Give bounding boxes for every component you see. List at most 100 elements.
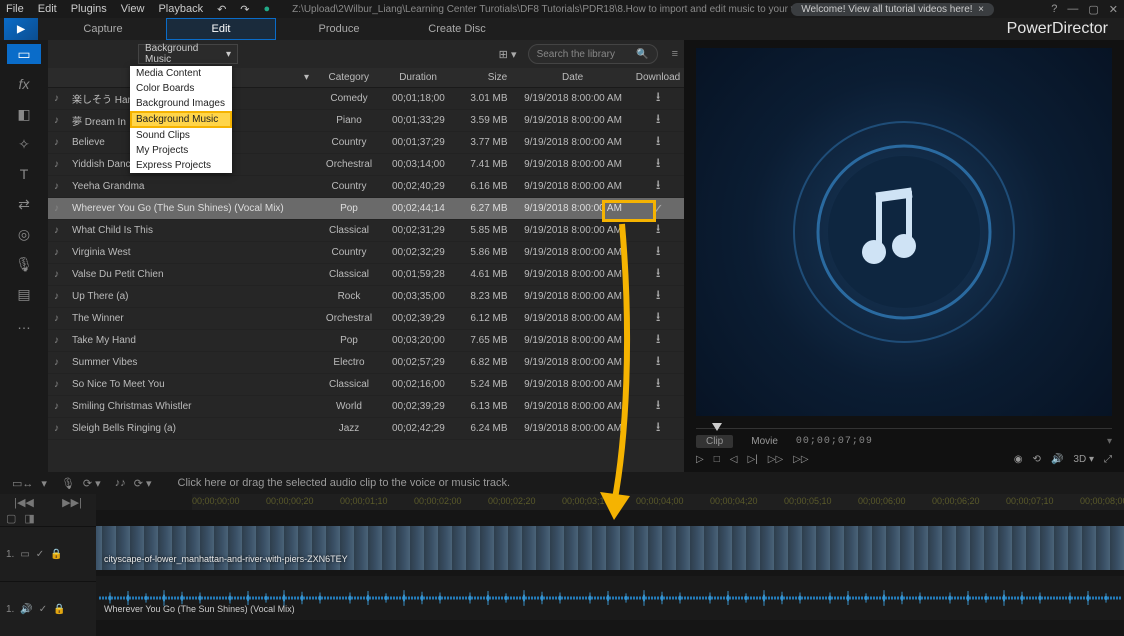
tab-create-disc[interactable]: Create Disc bbox=[402, 18, 512, 40]
redo-icon[interactable]: ↷ bbox=[240, 3, 249, 16]
table-row[interactable]: ♪The WinnerOrchestral00;02;39;296.12 MB9… bbox=[48, 308, 684, 330]
fast-fwd-icon[interactable]: ▷▷ bbox=[793, 454, 808, 465]
download-icon[interactable]: ⭳ bbox=[656, 132, 661, 154]
tab-capture[interactable]: Capture bbox=[48, 18, 158, 40]
download-icon[interactable]: ⭳ bbox=[656, 418, 661, 440]
tl-jump-end-icon[interactable]: ▶▶| bbox=[62, 496, 82, 509]
table-row[interactable]: ♪Sleigh Bells Ringing (a)Jazz00;02;42;29… bbox=[48, 418, 684, 440]
table-row[interactable]: ♪Take My HandPop00;03;20;007.65 MB9/19/2… bbox=[48, 330, 684, 352]
lock-icon[interactable]: 🔒 bbox=[50, 549, 62, 560]
download-icon[interactable]: ⭳ bbox=[656, 176, 661, 198]
movie-mode-button[interactable]: Movie bbox=[741, 435, 788, 448]
lock-icon[interactable]: 🔒 bbox=[53, 604, 65, 615]
col-date[interactable]: Date bbox=[513, 68, 632, 87]
table-row[interactable]: ♪Valse Du Petit ChienClassical00;01;59;2… bbox=[48, 264, 684, 286]
tl-jump-start-icon[interactable]: |◀◀ bbox=[14, 496, 34, 509]
help-button-icon[interactable]: ? bbox=[1051, 3, 1057, 16]
dropdown-item[interactable]: My Projects bbox=[130, 143, 232, 158]
tab-edit[interactable]: Edit bbox=[166, 18, 276, 40]
col-size[interactable]: Size bbox=[454, 68, 513, 87]
col-category[interactable]: Category bbox=[315, 68, 382, 87]
download-icon[interactable]: ⭳ bbox=[656, 88, 661, 110]
dropdown-item[interactable]: Color Boards bbox=[130, 81, 232, 96]
visibility-icon[interactable]: ✓ bbox=[39, 604, 47, 615]
chapter-room-icon[interactable]: ▤ bbox=[12, 284, 36, 304]
col-download[interactable]: Download bbox=[632, 68, 684, 87]
dropdown-item[interactable]: Express Projects bbox=[130, 158, 232, 173]
snapshot-icon[interactable]: ◉ bbox=[1014, 454, 1023, 465]
menu-file[interactable]: File bbox=[6, 3, 24, 15]
col-duration[interactable]: Duration bbox=[382, 68, 453, 87]
title-room-icon[interactable]: T bbox=[12, 164, 36, 184]
download-icon[interactable]: ⭳ bbox=[656, 154, 661, 176]
track-toggle-icon[interactable]: ▢ bbox=[6, 512, 16, 525]
audio-clip[interactable]: Wherever You Go (The Sun Shines) (Vocal … bbox=[96, 576, 1124, 620]
download-icon[interactable]: ⭳ bbox=[656, 110, 661, 132]
table-row[interactable]: ♪Summer VibesElectro00;02;57;296.82 MB9/… bbox=[48, 352, 684, 374]
track-header-audio[interactable]: 1.🔊 ✓ 🔒 bbox=[0, 581, 96, 636]
download-icon[interactable]: ⭳ bbox=[656, 286, 661, 308]
close-icon[interactable]: ✕ bbox=[1109, 3, 1118, 16]
quality-dropdown-icon[interactable]: ▾ bbox=[1107, 436, 1112, 447]
particle-room-icon[interactable]: ✧ bbox=[12, 134, 36, 154]
popout-icon[interactable]: ⤢ bbox=[1104, 454, 1112, 465]
tl-tool-icon[interactable]: ▾ bbox=[41, 477, 47, 490]
loop-icon[interactable]: ⟲ bbox=[1033, 454, 1041, 465]
menu-playback[interactable]: Playback bbox=[158, 3, 203, 15]
visibility-icon[interactable]: ✓ bbox=[36, 549, 44, 560]
clip-mode-button[interactable]: Clip bbox=[696, 435, 733, 448]
next-frame-icon[interactable]: ▷| bbox=[747, 454, 757, 465]
filter-icon[interactable]: ≡ bbox=[672, 48, 678, 60]
tl-tool-icon[interactable]: ▭↔ bbox=[12, 477, 33, 490]
search-icon[interactable]: 🔍 bbox=[636, 49, 648, 60]
3d-button[interactable]: 3D ▾ bbox=[1073, 454, 1094, 465]
undo-icon[interactable]: ↶ bbox=[217, 3, 226, 16]
mic-tool-icon[interactable]: 🎙 bbox=[61, 477, 75, 490]
tab-produce[interactable]: Produce bbox=[284, 18, 394, 40]
stop-icon[interactable]: □ bbox=[714, 454, 720, 465]
download-icon[interactable]: ⭳ bbox=[656, 242, 661, 264]
table-row[interactable]: ♪Yeeha GrandmaCountry00;02;40;296.16 MB9… bbox=[48, 176, 684, 198]
track-toggle-icon[interactable]: ◨ bbox=[24, 512, 34, 525]
help-icon[interactable]: ● bbox=[264, 3, 271, 15]
preview-scrubber[interactable] bbox=[696, 420, 1112, 432]
music-tool-icon[interactable]: ♪♪ bbox=[115, 477, 126, 489]
fx-room-icon[interactable]: fx bbox=[12, 74, 36, 94]
track-header-video[interactable]: 1.▭ ✓ 🔒 bbox=[0, 526, 96, 581]
download-icon[interactable]: ⭳ bbox=[656, 330, 661, 352]
maximize-icon[interactable]: ▢ bbox=[1088, 3, 1098, 16]
download-icon[interactable]: ⭳ bbox=[656, 308, 661, 330]
tl-tool-icon[interactable]: ⟳ ▾ bbox=[134, 477, 152, 490]
video-clip[interactable]: cityscape-of-lower_manhattan-and-river-w… bbox=[96, 526, 1124, 570]
volume-icon[interactable]: 🔊 bbox=[1051, 454, 1063, 465]
dropdown-item[interactable]: Media Content bbox=[130, 66, 232, 81]
table-row[interactable]: ♪What Child Is ThisClassical00;02;31;295… bbox=[48, 220, 684, 242]
dropdown-item-selected[interactable]: Background Music bbox=[130, 111, 232, 128]
prev-frame-icon[interactable]: ◁ bbox=[730, 454, 738, 465]
menu-view[interactable]: View bbox=[121, 3, 145, 15]
play-icon[interactable]: ▷ bbox=[696, 454, 704, 465]
check-icon[interactable]: ✓ bbox=[653, 201, 664, 217]
welcome-banner[interactable]: Welcome! View all tutorial videos here! … bbox=[791, 3, 994, 16]
media-room-icon[interactable]: ▭ bbox=[7, 44, 41, 64]
timeline-content[interactable]: cityscape-of-lower_manhattan-and-river-w… bbox=[96, 510, 1124, 636]
download-icon[interactable]: ⭳ bbox=[656, 264, 661, 286]
minimize-icon[interactable]: — bbox=[1067, 3, 1078, 16]
download-icon[interactable]: ⭳ bbox=[656, 220, 661, 242]
table-row[interactable]: ♪Up There (a)Rock00;03;35;008.23 MB9/19/… bbox=[48, 286, 684, 308]
tl-tool-icon[interactable]: ⟳ ▾ bbox=[83, 477, 101, 490]
table-row[interactable]: ♪Wherever You Go (The Sun Shines) (Vocal… bbox=[48, 198, 684, 220]
voice-room-icon[interactable]: 🎙 bbox=[12, 254, 36, 274]
library-category-dropdown[interactable]: Background Music▾ bbox=[138, 44, 238, 64]
table-row[interactable]: ♪Virginia WestCountry00;02;32;295.86 MB9… bbox=[48, 242, 684, 264]
menu-plugins[interactable]: Plugins bbox=[71, 3, 107, 15]
download-icon[interactable]: ⭳ bbox=[656, 396, 661, 418]
dropdown-item[interactable]: Background Images bbox=[130, 96, 232, 111]
search-input[interactable]: Search the library 🔍 bbox=[528, 44, 658, 64]
table-row[interactable]: ♪Smiling Christmas WhistlerWorld00;02;39… bbox=[48, 396, 684, 418]
timeline-ruler[interactable]: 00;00;00;0000;00;00;2000;00;01;1000;00;0… bbox=[192, 494, 1124, 510]
download-icon[interactable]: ⭳ bbox=[656, 374, 661, 396]
audio-room-icon[interactable]: ◎ bbox=[12, 224, 36, 244]
download-icon[interactable]: ⭳ bbox=[656, 352, 661, 374]
transition-room-icon[interactable]: ⇄ bbox=[12, 194, 36, 214]
